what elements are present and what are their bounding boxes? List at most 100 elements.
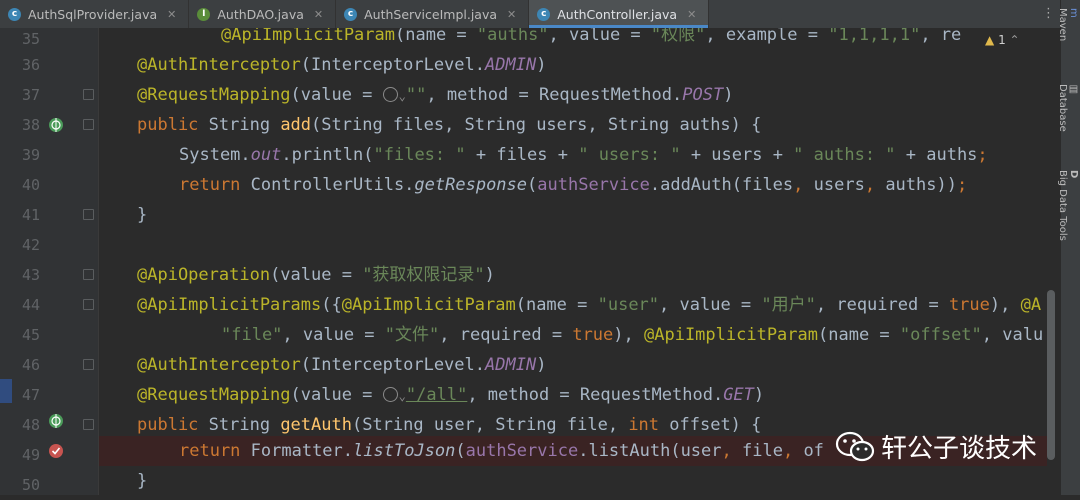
close-icon[interactable]: ✕ bbox=[167, 8, 176, 21]
code-text: ), bbox=[613, 325, 644, 345]
line-number: 37 bbox=[21, 86, 40, 104]
code-line-47[interactable]: @RequestMapping(value = ⌄"/all", method … bbox=[137, 380, 764, 410]
code-line-43[interactable]: @ApiOperation(value = "获取权限记录") bbox=[137, 260, 495, 290]
endpoint-path-link[interactable]: "/all" bbox=[406, 385, 467, 405]
string-literal: "user" bbox=[597, 295, 660, 315]
vertical-scrollbar[interactable] bbox=[1047, 290, 1055, 460]
code-text: ), bbox=[989, 295, 1021, 315]
code-text: (value = bbox=[270, 265, 363, 285]
tab-auth-service-impl[interactable]: c AuthServiceImpl.java ✕ bbox=[336, 0, 530, 28]
static-method: getResponse bbox=[414, 175, 528, 195]
code-text: ControllerUtils. bbox=[250, 175, 415, 195]
code-text: ) bbox=[536, 55, 547, 75]
tab-auth-controller[interactable]: c AuthController.java ✕ bbox=[529, 0, 710, 28]
code-line-38[interactable]: public String add(String files, String u… bbox=[137, 110, 761, 140]
code-text: (InterceptorLevel. bbox=[300, 55, 485, 75]
static-field: out bbox=[250, 145, 282, 165]
code-line-36[interactable]: @AuthInterceptor(InterceptorLevel.ADMIN) bbox=[137, 50, 546, 80]
annotation: @ApiImplicitParam bbox=[644, 325, 818, 345]
annotation: @ApiImplicitParam bbox=[341, 295, 516, 315]
editor-tab-bar: c AuthSqlProvider.java ✕ I AuthDAO.java … bbox=[0, 0, 1060, 29]
code-line-39[interactable]: System.out.println("files: " + files + "… bbox=[179, 140, 988, 170]
code-text: Formatter. bbox=[250, 441, 354, 461]
comma: , bbox=[782, 441, 794, 461]
fold-marker[interactable] bbox=[83, 119, 94, 130]
string-literal: "文件" bbox=[384, 325, 440, 345]
string-literal: " users: " bbox=[578, 145, 681, 165]
fold-marker[interactable] bbox=[83, 89, 94, 100]
comma: , bbox=[864, 175, 876, 195]
code-text: auths)) bbox=[875, 175, 957, 195]
annotation: @ApiOperation bbox=[137, 265, 271, 285]
database-icon: ▤ bbox=[1068, 84, 1079, 95]
inspection-widget[interactable]: ▲ 1 ⌃ bbox=[985, 33, 1020, 47]
class-icon: c bbox=[8, 7, 21, 21]
close-icon[interactable]: ✕ bbox=[687, 8, 696, 21]
code-text: (String user, String file, bbox=[351, 415, 629, 435]
line-number: 38 bbox=[21, 116, 40, 134]
code-text: ) bbox=[484, 265, 495, 285]
fold-marker[interactable] bbox=[83, 359, 94, 370]
code-line-49[interactable]: return Formatter.listToJson(authService.… bbox=[179, 436, 824, 466]
string-literal: "" bbox=[405, 85, 427, 105]
class-icon: c bbox=[537, 7, 551, 21]
code-text: (value = bbox=[290, 85, 383, 105]
semicolon: ; bbox=[977, 145, 988, 165]
annotation: @AuthInterceptor bbox=[137, 55, 301, 75]
globe-icon[interactable] bbox=[382, 387, 398, 402]
chevron-down-icon[interactable]: ⌄ bbox=[399, 389, 406, 403]
annotation: @ApiImplicitParam bbox=[221, 28, 395, 45]
chevron-down-icon[interactable]: ⌄ bbox=[399, 89, 406, 103]
chevron-up-icon: ⌃ bbox=[1009, 33, 1020, 47]
string-literal: "用户" bbox=[761, 295, 816, 315]
code-text: .addAuth(files bbox=[649, 175, 794, 195]
line-number: 49 bbox=[21, 446, 40, 464]
keyword: return bbox=[179, 441, 251, 461]
comma: , bbox=[793, 175, 804, 195]
code-text: System. bbox=[179, 145, 251, 165]
globe-icon[interactable] bbox=[382, 87, 398, 102]
line-number: 45 bbox=[21, 326, 40, 344]
code-line-44[interactable]: @ApiImplicitParams({@ApiImplicitParam(na… bbox=[137, 290, 1041, 320]
panel-label: Big Data Tools bbox=[1057, 170, 1068, 241]
code-text: + auths bbox=[895, 145, 978, 165]
semicolon: ; bbox=[956, 175, 968, 195]
method-name: getAuth bbox=[280, 415, 352, 435]
code-text: + users + bbox=[680, 145, 794, 165]
tab-auth-dao[interactable]: I AuthDAO.java ✕ bbox=[189, 0, 337, 28]
code-line-40[interactable]: return ControllerUtils.getResponse(authS… bbox=[179, 170, 967, 200]
annotation: @RequestMapping bbox=[137, 385, 291, 405]
code-editor[interactable]: @ApiImplicitParam(name = "auths", value … bbox=[99, 28, 1047, 495]
code-text: } bbox=[137, 471, 148, 491]
code-line-46[interactable]: @AuthInterceptor(InterceptorLevel.ADMIN) bbox=[137, 350, 546, 380]
maven-panel-tab[interactable]: m Maven bbox=[1057, 8, 1079, 41]
code-line-50[interactable]: } bbox=[137, 466, 147, 495]
code-text: , required = bbox=[815, 295, 949, 315]
database-panel-tab[interactable]: ▤ Database bbox=[1057, 84, 1079, 132]
interface-icon: I bbox=[197, 7, 211, 21]
code-line-41[interactable]: } bbox=[137, 200, 147, 230]
big-data-tools-panel-tab[interactable]: D Big Data Tools bbox=[1057, 170, 1079, 241]
keyword: int bbox=[628, 415, 660, 435]
string-literal: "auths" bbox=[476, 28, 549, 45]
fold-marker[interactable] bbox=[83, 269, 94, 280]
string-literal: "权限" bbox=[650, 28, 706, 45]
code-text: of bbox=[793, 441, 824, 461]
fold-marker[interactable] bbox=[83, 419, 94, 430]
code-text: offset) { bbox=[659, 415, 762, 435]
close-icon[interactable]: ✕ bbox=[314, 8, 323, 21]
code-text: .listAuth(user bbox=[578, 441, 722, 461]
breakpoint-icon[interactable] bbox=[48, 443, 64, 459]
code-text: String bbox=[208, 115, 281, 135]
string-literal: "file" bbox=[221, 325, 283, 345]
line-number: 41 bbox=[21, 206, 40, 224]
endpoint-globe-icon[interactable] bbox=[48, 117, 64, 133]
endpoint-globe-icon[interactable] bbox=[48, 413, 64, 429]
enum-constant: POST bbox=[682, 85, 724, 105]
code-line-37[interactable]: @RequestMapping(value = ⌄"", method = Re… bbox=[137, 80, 733, 110]
fold-marker[interactable] bbox=[83, 209, 94, 220]
close-icon[interactable]: ✕ bbox=[507, 8, 516, 21]
fold-marker[interactable] bbox=[83, 299, 94, 310]
code-line-45[interactable]: "file", value = "文件", required = true), … bbox=[221, 320, 1043, 350]
code-line-35[interactable]: @ApiImplicitParam(name = "auths", value … bbox=[221, 28, 961, 50]
